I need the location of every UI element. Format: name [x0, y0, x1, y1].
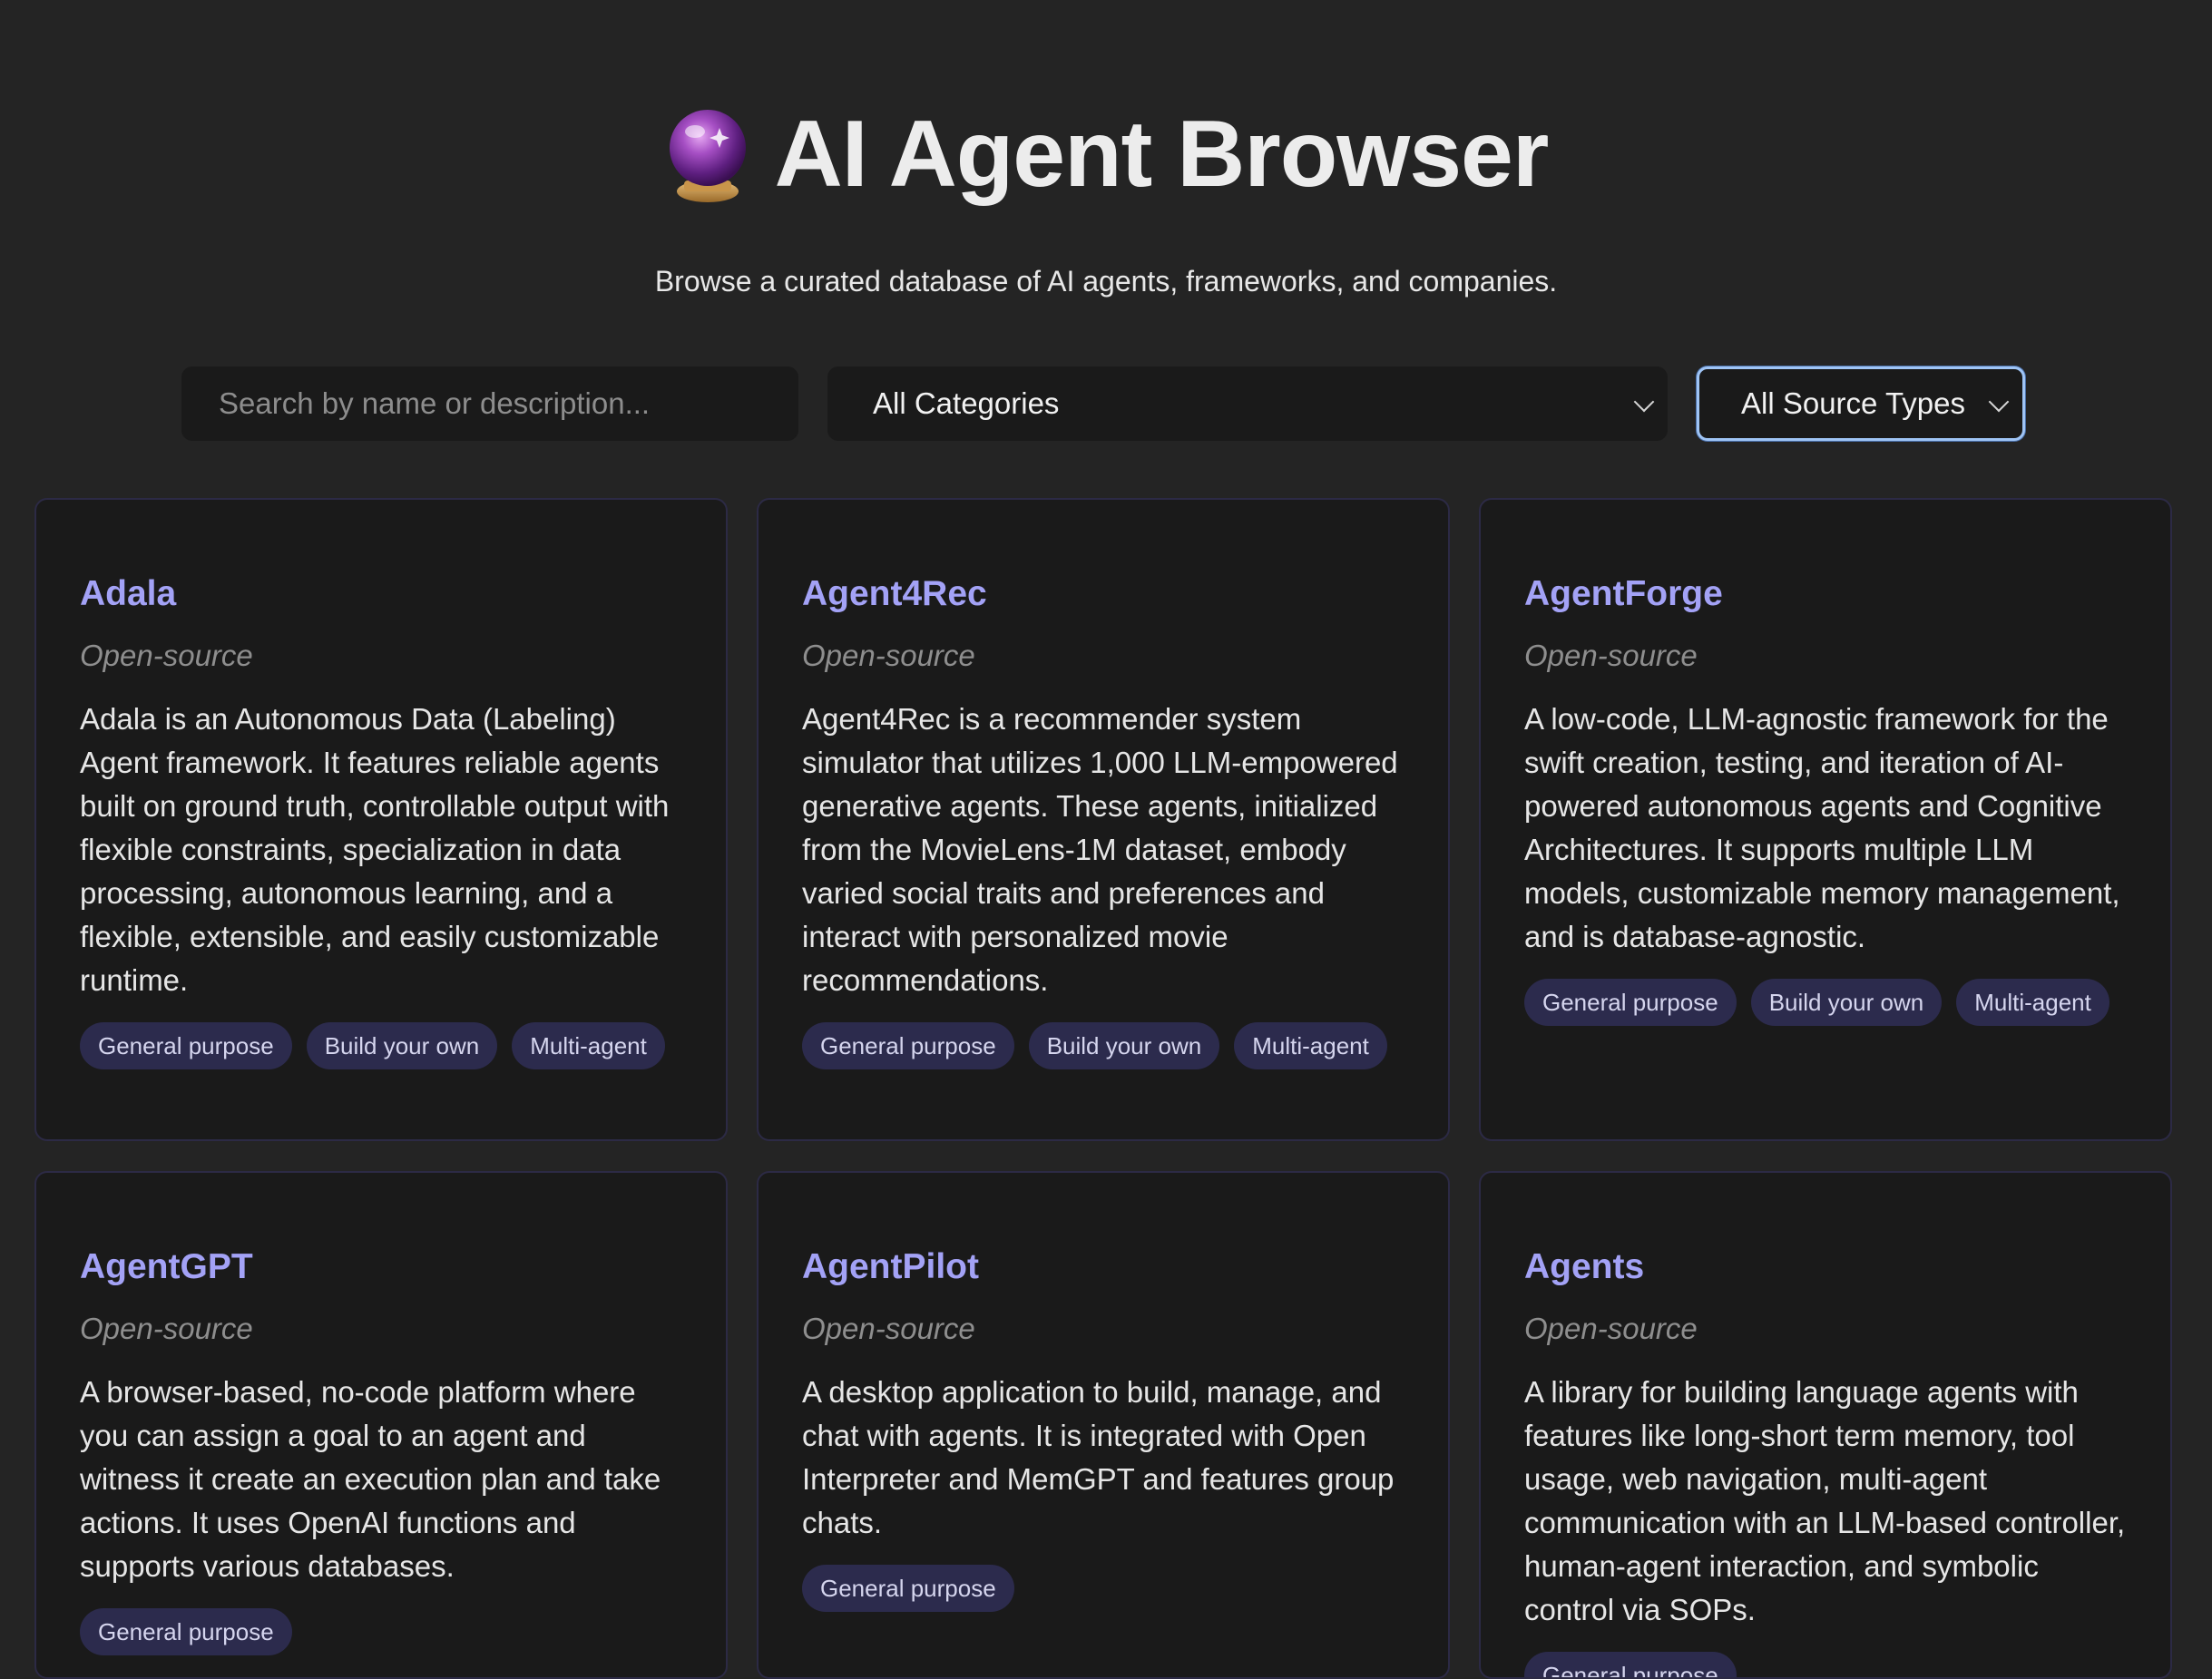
- chevron-down-icon: [1633, 391, 1655, 413]
- tag[interactable]: General purpose: [802, 1022, 1014, 1069]
- agent-description: A browser-based, no-code platform where …: [80, 1375, 661, 1583]
- source-type-select[interactable]: All Source Types: [1697, 366, 2025, 441]
- agent-description: Adala is an Autonomous Data (Labeling) A…: [80, 702, 670, 997]
- category-select[interactable]: All Categories: [827, 366, 1668, 441]
- agent-card[interactable]: AgentForge Open-source A low-code, LLM-a…: [1479, 498, 2172, 1141]
- agent-name[interactable]: Agents: [1524, 1249, 2127, 1284]
- tag[interactable]: Build your own: [1750, 979, 1943, 1026]
- title-row: AI Agent Browser: [0, 95, 2212, 213]
- tag[interactable]: Build your own: [1028, 1022, 1220, 1069]
- crystal-ball-icon: [669, 110, 746, 202]
- tag-list: General purpose: [802, 1565, 1405, 1652]
- tag-list: General purpose Build your own Multi-age…: [1524, 979, 2127, 1066]
- tag[interactable]: General purpose: [80, 1608, 292, 1655]
- agent-source-type: Open-source: [802, 639, 975, 672]
- agent-source-type: Open-source: [802, 1312, 975, 1345]
- search-input[interactable]: [181, 366, 798, 441]
- tag[interactable]: General purpose: [1524, 1652, 1737, 1677]
- agent-name[interactable]: AgentPilot: [802, 1249, 1405, 1284]
- agent-description: A library for building language agents w…: [1524, 1375, 2126, 1626]
- agent-description: A low-code, LLM-agnostic framework for t…: [1524, 702, 2120, 953]
- agent-card[interactable]: AgentPilot Open-source A desktop applica…: [757, 1171, 1450, 1679]
- agent-name[interactable]: AgentForge: [1524, 576, 2127, 611]
- tag[interactable]: Multi-agent: [1234, 1022, 1387, 1069]
- category-select-value: All Categories: [873, 386, 1060, 420]
- agent-card[interactable]: Adala Open-source Adala is an Autonomous…: [34, 498, 728, 1141]
- tag[interactable]: Multi-agent: [512, 1022, 665, 1069]
- tag-list: General purpose: [80, 1608, 682, 1677]
- agent-card[interactable]: Agent4Rec Open-source Agent4Rec is a rec…: [757, 498, 1450, 1141]
- agent-source-type: Open-source: [80, 639, 253, 672]
- tag[interactable]: General purpose: [80, 1022, 292, 1069]
- agent-source-type: Open-source: [1524, 1312, 1698, 1345]
- tag-list: General purpose: [1524, 1652, 2127, 1677]
- tag[interactable]: Multi-agent: [1956, 979, 2109, 1026]
- page-title: AI Agent Browser: [774, 102, 1550, 207]
- tag-list: General purpose Build your own Multi-age…: [80, 1022, 682, 1109]
- tag[interactable]: Build your own: [306, 1022, 498, 1069]
- agent-name[interactable]: Adala: [80, 576, 682, 611]
- agent-description: A desktop application to build, manage, …: [802, 1375, 1395, 1539]
- tag[interactable]: General purpose: [802, 1565, 1014, 1612]
- agent-source-type: Open-source: [80, 1312, 253, 1345]
- agent-card[interactable]: AgentGPT Open-source A browser-based, no…: [34, 1171, 728, 1679]
- tag[interactable]: General purpose: [1524, 979, 1737, 1026]
- filter-bar: All Categories All Source Types: [0, 366, 2212, 441]
- page-subtitle: Browse a curated database of AI agents, …: [654, 265, 1558, 298]
- agent-name[interactable]: AgentGPT: [80, 1249, 682, 1284]
- source-type-select-value: All Source Types: [1741, 386, 1966, 420]
- agent-source-type: Open-source: [1524, 639, 1698, 672]
- agent-card[interactable]: Agents Open-source A library for buildin…: [1479, 1171, 2172, 1679]
- tag-list: General purpose Build your own Multi-age…: [802, 1022, 1405, 1109]
- agent-description: Agent4Rec is a recommender system simula…: [802, 702, 1398, 997]
- agent-name[interactable]: Agent4Rec: [802, 576, 1405, 611]
- chevron-down-icon: [1988, 391, 2010, 413]
